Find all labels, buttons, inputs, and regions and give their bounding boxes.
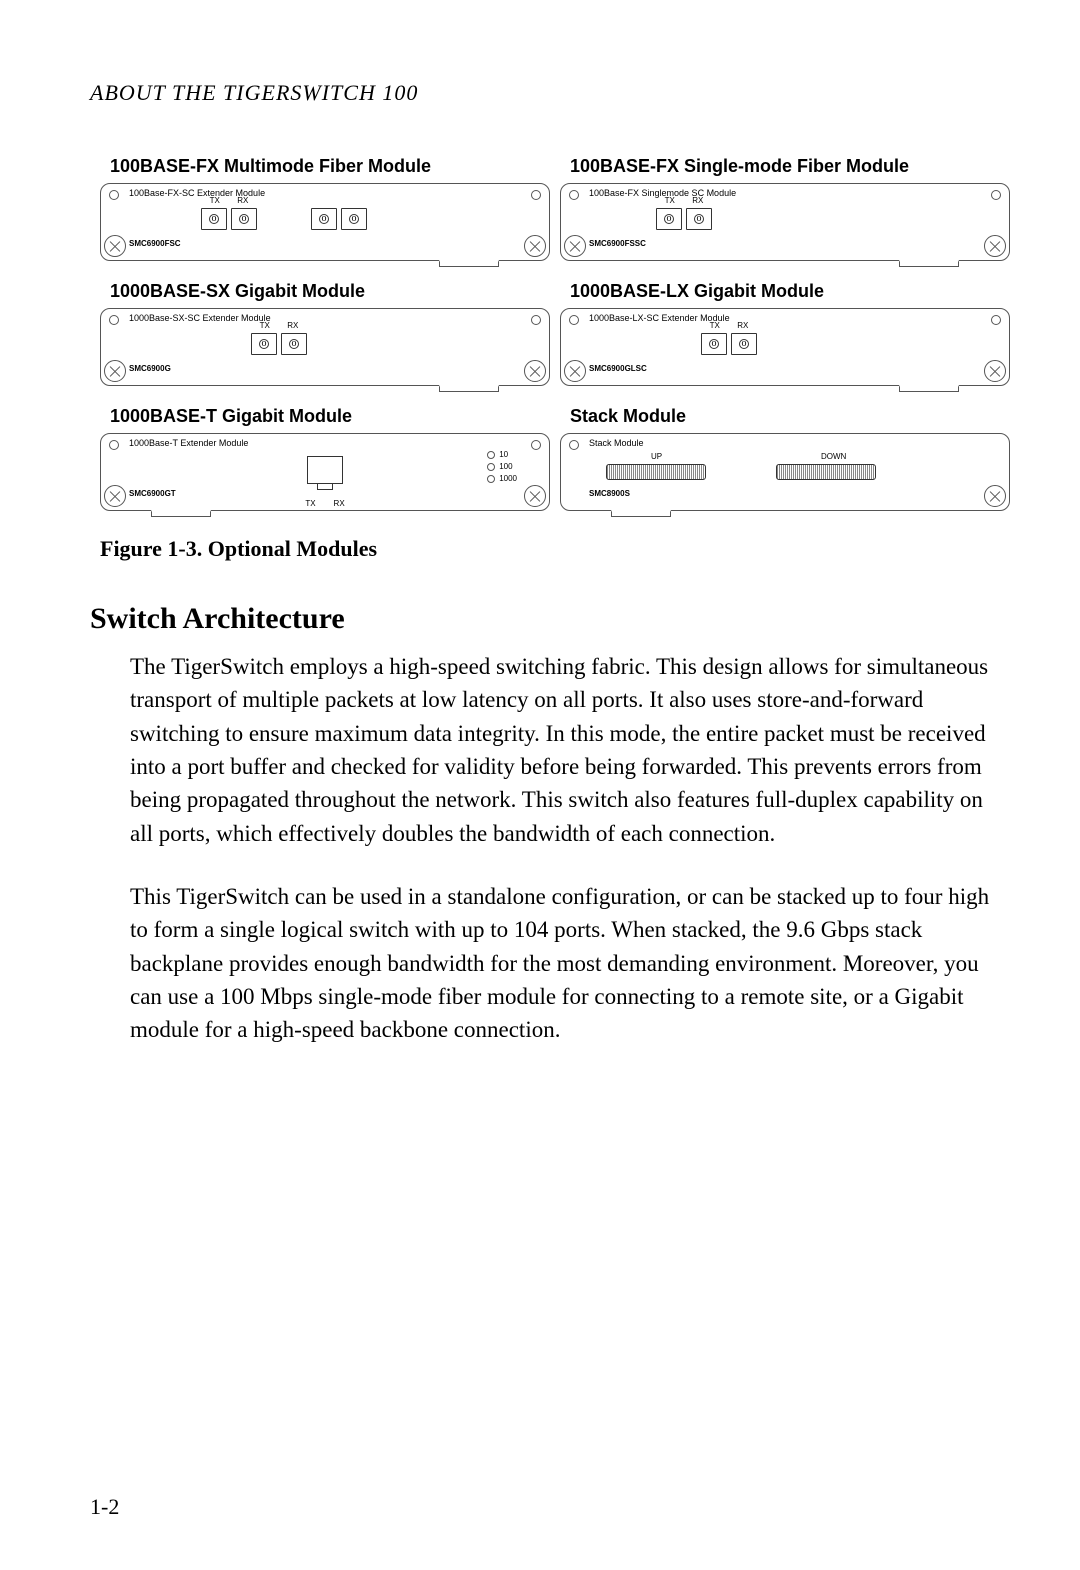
screw-icon <box>104 235 126 257</box>
module-box: 100Base-FX-SC Extender Module TX RX SMC6… <box>100 183 550 261</box>
module-0: 100BASE-FX Multimode Fiber Module 100Bas… <box>100 156 550 261</box>
module-title: 1000BASE-T Gigabit Module <box>100 406 550 427</box>
page-number: 1-2 <box>90 1494 119 1520</box>
section-heading: Switch Architecture <box>90 602 1010 636</box>
mount-hole-icon <box>569 190 579 200</box>
fiber-port-icon <box>311 208 337 230</box>
fiber-port-icon <box>201 208 227 230</box>
txrx-labels: TX RX <box>251 321 307 330</box>
fiber-port-pair <box>311 208 367 230</box>
fiber-port-icon <box>251 333 277 355</box>
stack-connector-icon <box>606 464 706 480</box>
model-label: SMC6900GLSC <box>589 364 647 373</box>
screw-icon <box>984 235 1006 257</box>
module-subtitle: Stack Module <box>589 438 644 448</box>
tab-icon <box>439 385 499 392</box>
module-title: 100BASE-FX Multimode Fiber Module <box>100 156 550 177</box>
fiber-port-icon <box>701 333 727 355</box>
screw-icon <box>104 485 126 507</box>
fiber-port-icon <box>281 333 307 355</box>
mount-hole-icon <box>531 315 541 325</box>
module-box: 1000Base-SX-SC Extender Module TX RX SMC… <box>100 308 550 386</box>
screw-icon <box>524 360 546 382</box>
txrx-labels: TX RX <box>701 321 757 330</box>
mount-hole-icon <box>569 440 579 450</box>
model-label: SMC6900G <box>129 364 171 373</box>
txrx-labels: TX RX <box>305 499 344 508</box>
fiber-port-pair: TX RX <box>251 333 307 355</box>
tab-icon <box>151 510 211 517</box>
led-icon <box>487 451 495 459</box>
tab-icon <box>611 510 671 517</box>
module-title: 100BASE-FX Single-mode Fiber Module <box>560 156 1010 177</box>
model-label: SMC6900FSSC <box>589 239 646 248</box>
mount-hole-icon <box>991 190 1001 200</box>
fiber-port-icon <box>656 208 682 230</box>
rj45-port-icon <box>307 456 343 484</box>
fiber-port-icon <box>231 208 257 230</box>
module-box: 100Base-FX Singlemode SC Module TX RX SM… <box>560 183 1010 261</box>
mount-hole-icon <box>531 440 541 450</box>
mount-hole-icon <box>531 190 541 200</box>
module-2: 1000BASE-SX Gigabit Module 1000Base-SX-S… <box>100 281 550 386</box>
speed-leds: 10 100 1000 <box>487 450 517 483</box>
module-box: 1000Base-LX-SC Extender Module TX RX SMC… <box>560 308 1010 386</box>
mount-hole-icon <box>109 440 119 450</box>
tab-icon <box>899 385 959 392</box>
down-label: DOWN <box>821 452 846 461</box>
mount-hole-icon <box>109 190 119 200</box>
screw-icon <box>984 485 1006 507</box>
screw-icon <box>984 360 1006 382</box>
module-3: 1000BASE-LX Gigabit Module 1000Base-LX-S… <box>560 281 1010 386</box>
modules-figure: 100BASE-FX Multimode Fiber Module 100Bas… <box>100 156 1010 511</box>
screw-icon <box>564 360 586 382</box>
txrx-labels: TX RX <box>201 196 257 205</box>
module-subtitle: 1000Base-SX-SC Extender Module <box>129 313 271 323</box>
fiber-port-pair: TX RX <box>201 208 257 230</box>
module-box: 1000Base-T Extender Module TX RX 10 100 … <box>100 433 550 511</box>
fiber-port-pair: TX RX <box>656 208 712 230</box>
module-5: Stack Module Stack Module UP DOWN SMC890… <box>560 406 1010 511</box>
fiber-port-pair: TX RX <box>701 333 757 355</box>
module-box: Stack Module UP DOWN SMC8900S <box>560 433 1010 511</box>
fiber-port-icon <box>731 333 757 355</box>
stack-connector-icon <box>776 464 876 480</box>
screw-icon <box>524 485 546 507</box>
module-title: Stack Module <box>560 406 1010 427</box>
tab-icon <box>899 260 959 267</box>
screw-icon <box>104 360 126 382</box>
led-icon <box>487 463 495 471</box>
module-title: 1000BASE-SX Gigabit Module <box>100 281 550 302</box>
mount-hole-icon <box>569 315 579 325</box>
figure-caption: Figure 1-3. Optional Modules <box>100 536 1010 562</box>
led-icon <box>487 475 495 483</box>
fiber-port-icon <box>686 208 712 230</box>
page-header: ABOUT THE TIGERSWITCH 100 <box>90 80 1010 106</box>
module-subtitle: 1000Base-T Extender Module <box>129 438 248 448</box>
header-text: ABOUT THE TIGERSWITCH 100 <box>90 80 418 105</box>
fiber-port-icon <box>341 208 367 230</box>
model-label: SMC6900GT <box>129 489 176 498</box>
mount-hole-icon <box>991 315 1001 325</box>
model-label: SMC8900S <box>589 489 630 498</box>
module-title: 1000BASE-LX Gigabit Module <box>560 281 1010 302</box>
screw-icon <box>564 235 586 257</box>
paragraph-2: This TigerSwitch can be used in a standa… <box>130 880 1010 1047</box>
screw-icon <box>524 235 546 257</box>
module-4: 1000BASE-T Gigabit Module 1000Base-T Ext… <box>100 406 550 511</box>
mount-hole-icon <box>109 315 119 325</box>
module-1: 100BASE-FX Single-mode Fiber Module 100B… <box>560 156 1010 261</box>
txrx-labels: TX RX <box>656 196 712 205</box>
model-label: SMC6900FSC <box>129 239 181 248</box>
tab-icon <box>439 260 499 267</box>
paragraph-1: The TigerSwitch employs a high-speed swi… <box>130 650 1010 850</box>
up-label: UP <box>651 452 662 461</box>
